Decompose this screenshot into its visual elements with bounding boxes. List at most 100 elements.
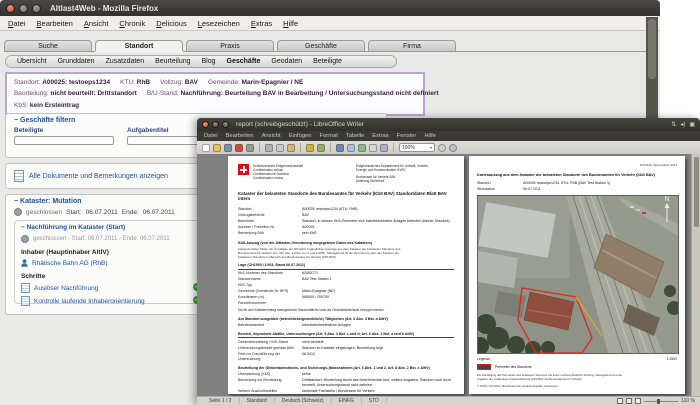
zoom-combo[interactable]: 100%	[399, 143, 435, 152]
beteiligte-input[interactable]	[14, 136, 114, 145]
zoom-slider-knob[interactable]	[657, 398, 661, 404]
menu-item[interactable]: Ansicht	[262, 133, 281, 139]
info-label: KbS:	[14, 101, 29, 109]
menu-item[interactable]: Einfügen	[289, 133, 312, 139]
menu-item[interactable]: Ansicht	[84, 19, 109, 28]
step-link[interactable]: Kontrolle laufende Inhaberorientierung	[34, 298, 145, 305]
tab[interactable]: Standort	[95, 40, 183, 51]
ende-label: Ende:	[121, 208, 139, 216]
window-minimize-button[interactable]	[19, 3, 28, 13]
window-minimize-button[interactable]	[212, 121, 219, 128]
tab[interactable]: Firma	[368, 40, 456, 51]
zoom-slider[interactable]	[644, 398, 679, 404]
toolbar-separator	[300, 143, 301, 152]
menu-item[interactable]: Bearbeiten	[37, 19, 73, 28]
copy-icon[interactable]	[276, 143, 284, 152]
menu-item[interactable]: Extras	[251, 19, 272, 28]
menu-item[interactable]: Hilfe	[283, 19, 298, 28]
report-heading-lage: Lage (CH1903 / LV03, Stand 06.07.2011)	[238, 263, 454, 270]
section-nav-item[interactable]: Geodaten	[271, 58, 302, 65]
report-row: Gemeinde (Gemeinde-Nr. BFS) Marin-Epagnie…	[238, 289, 335, 294]
document-icon	[14, 170, 24, 182]
window-maximize-button[interactable]	[222, 121, 229, 128]
cut-icon[interactable]	[265, 143, 273, 152]
report-row: Adresse / Parzellen-Nr. A00025	[238, 225, 315, 230]
status-zoom: 110 %	[681, 398, 695, 404]
menu-item[interactable]: Hilfe	[424, 133, 436, 139]
section-nav-item[interactable]: Übersicht	[17, 58, 47, 65]
window-title: report (schreibgeschützt) - LibreOffice …	[236, 121, 364, 128]
perimeter-legend-swatch	[477, 364, 491, 371]
hyperlink-icon[interactable]	[336, 143, 344, 152]
menu-item[interactable]: Bearbeiten	[226, 133, 254, 139]
all-documents-link[interactable]: Alle Dokumente und Bemerkungen anzeigen	[29, 173, 168, 180]
menu-item[interactable]: Format	[320, 133, 338, 139]
menu-item[interactable]: Fenster	[397, 133, 417, 139]
section-nav-item[interactable]: Zusatzdaten	[106, 58, 145, 65]
paste-icon[interactable]	[287, 143, 295, 152]
zoom-in-icon[interactable]	[438, 143, 446, 152]
undo-icon[interactable]	[306, 143, 314, 152]
single-page-view-icon[interactable]	[617, 398, 624, 404]
redo-icon[interactable]	[317, 143, 325, 152]
menu-item[interactable]: Lesezeichen	[198, 19, 240, 28]
new-document-icon[interactable]	[202, 143, 210, 152]
report-row: Frist zur Durchführung der Untersuchung 0…	[238, 351, 315, 361]
book-view-icon[interactable]	[635, 398, 642, 404]
report-heading-taetigkeiten: Am Standort ausgeübte (betriebliche/gewe…	[238, 316, 388, 321]
section-nav-item[interactable]: Grunddaten	[58, 58, 95, 65]
legend-row: Legende 1:2500	[477, 357, 677, 362]
find-icon[interactable]	[369, 143, 377, 152]
report-title: Kataster der belasteten Standorte des Bu…	[238, 190, 447, 202]
scrollbar-thumb[interactable]	[693, 157, 699, 227]
map-rows: Standort A00025: testoeps1234, KTU: RhB (…	[477, 181, 677, 192]
person-icon	[21, 259, 28, 267]
window-close-button[interactable]	[6, 3, 15, 13]
report-page-1: Schweizerische Eidgenossenschaft Confédé…	[228, 156, 464, 394]
message-icon[interactable]: ▣	[689, 121, 695, 128]
info-value: A00025: testoeps1234	[42, 79, 111, 86]
navigator-icon[interactable]	[380, 143, 388, 152]
menu-item[interactable]: Datei	[8, 19, 26, 28]
menu-item[interactable]: Delicious	[156, 19, 186, 28]
window-close-button[interactable]	[202, 121, 209, 128]
image-icon[interactable]	[358, 143, 366, 152]
writer-toolbar: 100%	[197, 141, 700, 155]
scrollbar-thumb[interactable]	[648, 19, 656, 79]
info-value: Marin-Epagnier / NE	[241, 79, 304, 86]
menu-item[interactable]: Datei	[204, 133, 218, 139]
inhaber-link[interactable]: Rhätische Bahn AG (RhB)	[32, 260, 108, 267]
tab[interactable]: Geschäfte	[277, 40, 365, 51]
menu-item[interactable]: Chronik	[119, 19, 145, 28]
step-link[interactable]: Auslöser Nachführung	[34, 285, 98, 292]
section-nav-item[interactable]: Beteiligte	[313, 58, 342, 65]
firefox-titlebar[interactable]: Altlast4Web - Mozilla Firefox	[0, 0, 660, 16]
window-maximize-button[interactable]	[32, 3, 41, 13]
info-value: Nachführung: Beurteilung BAV in Bearbeit…	[180, 90, 439, 98]
tab[interactable]: Praxis	[186, 40, 274, 51]
volume-icon[interactable]: ◂)	[680, 121, 685, 128]
save-icon[interactable]	[224, 143, 232, 152]
export-pdf-icon[interactable]	[235, 143, 243, 152]
print-icon[interactable]	[246, 143, 254, 152]
multi-page-view-icon[interactable]	[626, 398, 633, 404]
toolbar-separator	[330, 143, 331, 152]
section-nav-item[interactable]: Blog	[202, 58, 216, 65]
tab[interactable]: Suche	[4, 40, 92, 51]
table-icon[interactable]	[347, 143, 355, 152]
writer-titlebar[interactable]: report (schreibgeschützt) - LibreOffice …	[197, 118, 700, 131]
section-nav-item[interactable]: Geschäfte	[227, 58, 261, 65]
info-label: B/U-Stand:	[146, 90, 179, 98]
writer-scrollbar[interactable]	[691, 154, 700, 397]
info-label: Vollzug:	[160, 79, 183, 86]
open-folder-icon[interactable]	[213, 143, 221, 152]
writer-menubar: Datei Bearbeiten Ansicht Einfügen Format Tabe…	[197, 131, 700, 141]
section-nav-item[interactable]: Beurteilung	[155, 58, 190, 65]
task-icon	[21, 283, 30, 293]
menu-item[interactable]: Tabelle	[346, 133, 364, 139]
site-info-line: KbS: kein Ersteintrag	[14, 100, 416, 111]
zoom-out-icon[interactable]	[449, 143, 457, 152]
network-icon[interactable]: ⇅	[671, 121, 676, 128]
map-copyright: © PK25 / Orthofoto: Bundesamt für Landes…	[477, 384, 558, 389]
menu-item[interactable]: Extras	[372, 133, 388, 139]
